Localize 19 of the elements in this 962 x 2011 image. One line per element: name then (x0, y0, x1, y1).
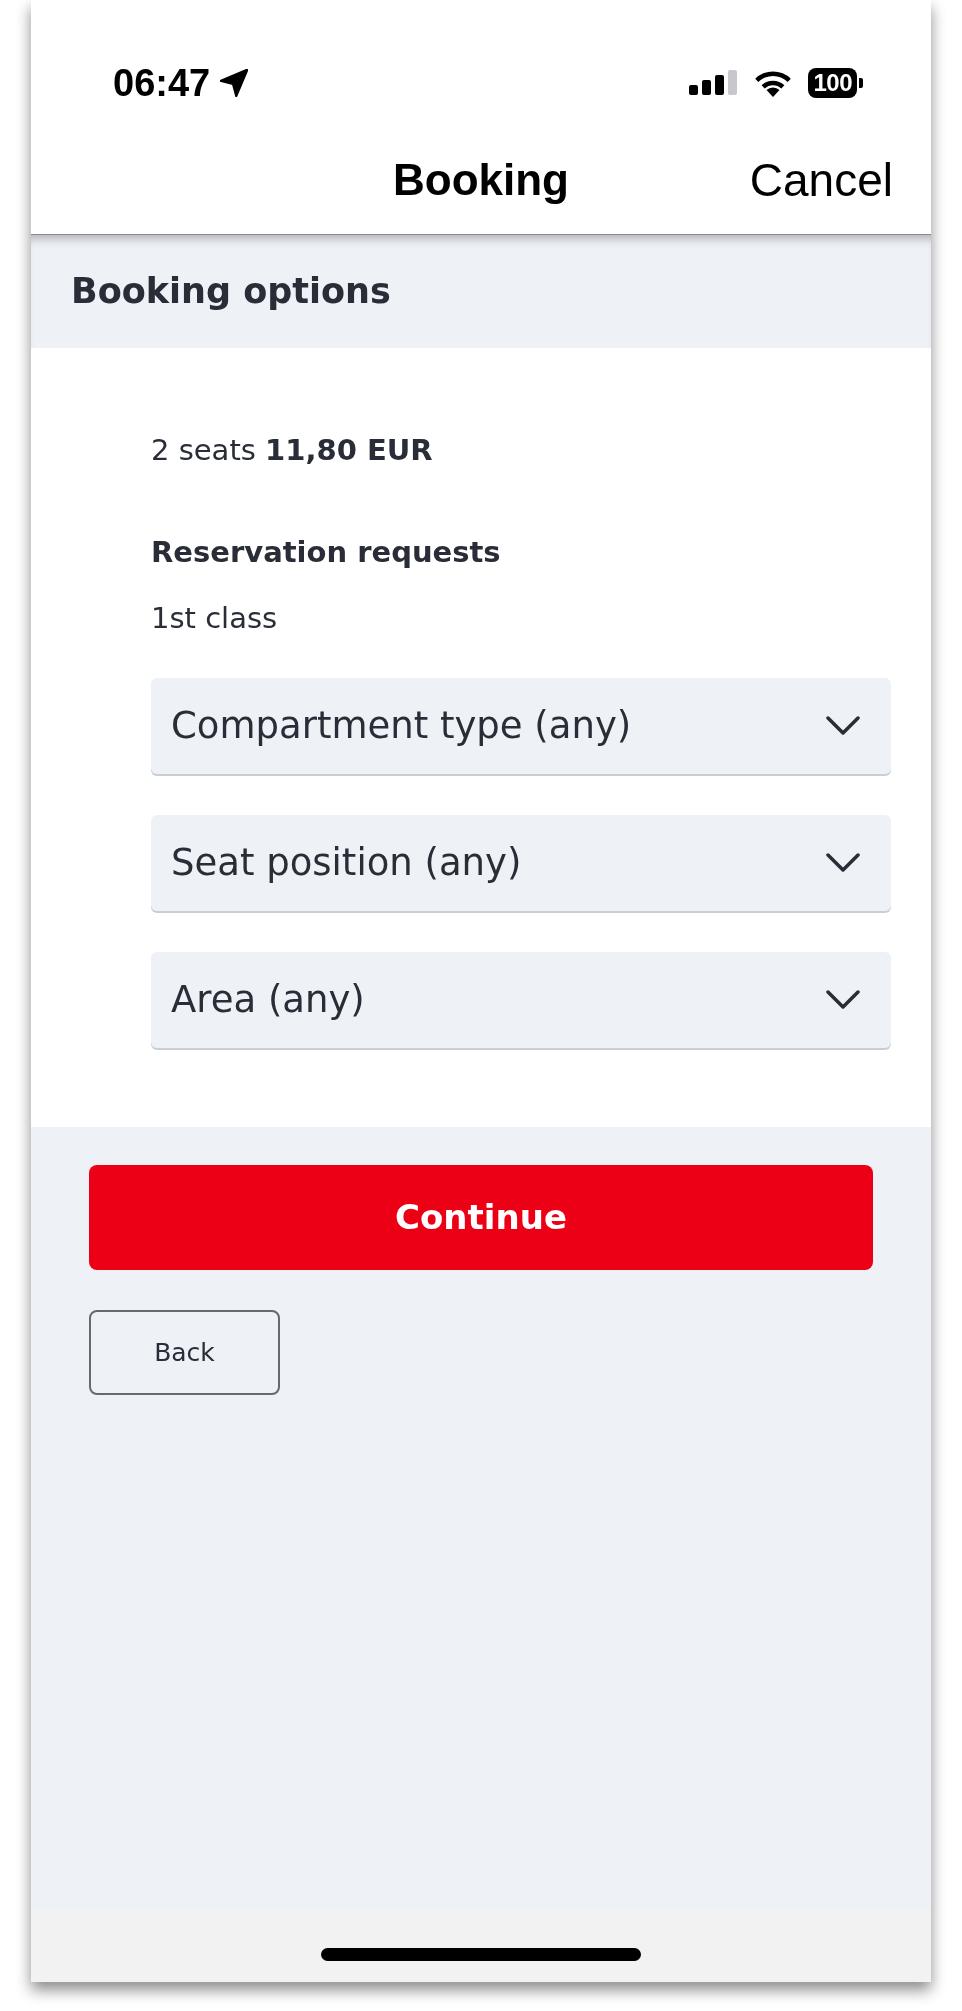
dropdown-select[interactable]: Seat position (any) (151, 815, 891, 911)
cancel-button[interactable]: Cancel (749, 156, 893, 203)
price-summary: 2 seats 11,80 EUR (151, 432, 433, 469)
signal-icon (689, 70, 739, 95)
chevron-down-icon (826, 853, 860, 873)
nav-title: Booking (393, 153, 569, 206)
dropdown-select[interactable]: Compartment type (any) (151, 678, 891, 774)
travel-class: 1st class (151, 600, 278, 637)
dropdown-select[interactable]: Area (any) (151, 952, 891, 1048)
chevron-down-icon (826, 716, 860, 736)
location-arrow-icon (220, 68, 249, 97)
status-time: 06:47 (113, 63, 211, 102)
back-button[interactable]: Back (89, 1310, 280, 1395)
battery-indicator: 100 (808, 67, 863, 98)
section-title: Booking options (71, 274, 391, 309)
reservation-heading: Reservation requests (151, 534, 501, 571)
wifi-icon (753, 68, 794, 97)
continue-button[interactable]: Continue (89, 1165, 873, 1270)
chevron-down-icon (826, 990, 860, 1010)
